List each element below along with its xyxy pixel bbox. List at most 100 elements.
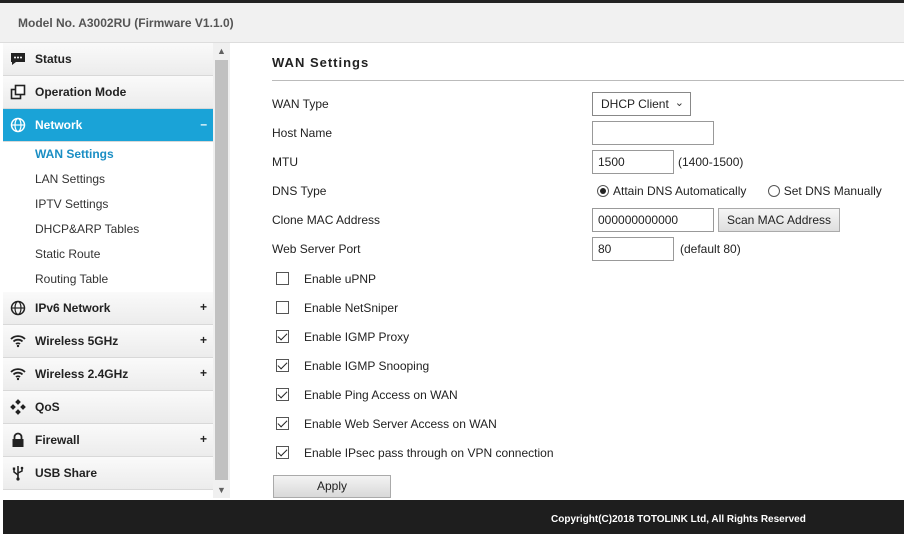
web-port-label: Web Server Port [272, 242, 361, 256]
upnp-row: Enable uPNP [276, 271, 776, 291]
nav-item-ipv6-network[interactable]: IPv6 Network + [3, 292, 213, 325]
model-label: Model No. A3002RU (Firmware V1.1.0) [18, 16, 234, 30]
ping-access-row: Enable Ping Access on WAN [276, 387, 776, 407]
lock-icon [9, 431, 27, 449]
sidebar: Status Operation Mode Network – WAN Sett… [3, 43, 213, 498]
upnp-label: Enable uPNP [304, 272, 377, 286]
expand-icon[interactable]: + [200, 432, 207, 446]
igmp-proxy-checkbox[interactable] [276, 330, 289, 343]
sub-item-static-route[interactable]: Static Route [3, 242, 213, 267]
host-name-input[interactable] [592, 121, 714, 145]
wan-type-select[interactable]: DHCP Client ⌄ [592, 92, 691, 116]
sub-item-routing-table[interactable]: Routing Table [3, 267, 213, 292]
nav-item-network[interactable]: Network – [3, 109, 213, 142]
clone-mac-label: Clone MAC Address [272, 213, 381, 227]
nav-item-label: Operation Mode [35, 85, 127, 99]
globe-icon [9, 299, 27, 317]
igmp-proxy-row: Enable IGMP Proxy [276, 329, 776, 349]
wan-type-row: WAN Type DHCP Client ⌄ [272, 92, 892, 116]
netsniper-label: Enable NetSniper [304, 301, 399, 315]
scrollbar-thumb[interactable] [215, 60, 228, 480]
ping-access-checkbox[interactable] [276, 388, 289, 401]
igmp-proxy-label: Enable IGMP Proxy [304, 330, 410, 344]
nav-item-wireless-24ghz[interactable]: Wireless 2.4GHz + [3, 358, 213, 391]
igmp-snooping-row: Enable IGMP Snooping [276, 358, 776, 378]
scroll-down-icon[interactable]: ▼ [213, 482, 230, 498]
wifi-icon [9, 365, 27, 383]
ping-access-label: Enable Ping Access on WAN [304, 388, 458, 402]
sub-item-dhcp-arp-tables[interactable]: DHCP&ARP Tables [3, 217, 213, 242]
nav-item-wireless-5ghz[interactable]: Wireless 5GHz + [3, 325, 213, 358]
ipsec-checkbox[interactable] [276, 446, 289, 459]
page-title: WAN Settings [272, 55, 370, 70]
igmp-snooping-label: Enable IGMP Snooping [304, 359, 430, 373]
expand-icon[interactable]: + [200, 366, 207, 380]
dns-auto-label: Attain DNS Automatically [613, 184, 747, 198]
web-port-row: Web Server Port 80 (default 80) [272, 237, 892, 261]
usb-icon [9, 464, 27, 482]
wan-type-value: DHCP Client [601, 97, 669, 111]
mtu-row: MTU 1500 (1400-1500) [272, 150, 892, 174]
clone-mac-row: Clone MAC Address 000000000000 Scan MAC A… [272, 208, 892, 232]
scroll-up-icon[interactable]: ▲ [213, 43, 230, 59]
copyright-text: Copyright(C)2018 TOTOLINK Ltd, All Right… [551, 514, 806, 525]
netsniper-checkbox[interactable] [276, 301, 289, 314]
netsniper-row: Enable NetSniper [276, 300, 776, 320]
windows-icon [9, 83, 27, 101]
dns-auto-radio[interactable] [597, 185, 609, 197]
footer: Copyright(C)2018 TOTOLINK Ltd, All Right… [3, 500, 904, 534]
web-access-checkbox[interactable] [276, 417, 289, 430]
web-access-row: Enable Web Server Access on WAN [276, 416, 776, 436]
igmp-snooping-checkbox[interactable] [276, 359, 289, 372]
dns-type-radio-group: Attain DNS Automatically Set DNS Manuall… [597, 184, 882, 198]
nav-item-label: Wireless 5GHz [35, 334, 119, 348]
sidebar-scrollbar[interactable]: ▲ ▼ [213, 43, 230, 498]
nav-item-label: IPv6 Network [35, 301, 111, 315]
dns-type-label: DNS Type [272, 184, 327, 198]
nav-item-label: Firewall [35, 433, 80, 447]
clone-mac-input[interactable]: 000000000000 [592, 208, 714, 232]
dns-manual-radio[interactable] [767, 185, 780, 197]
nav-item-firewall[interactable]: Firewall + [3, 424, 213, 457]
globe-icon [9, 116, 27, 134]
main-content: WAN Settings WAN Type DHCP Client ⌄ Host… [230, 43, 904, 498]
sub-item-iptv-settings[interactable]: IPTV Settings [3, 192, 213, 217]
wifi-icon [9, 332, 27, 350]
qos-icon [9, 398, 27, 416]
expand-icon[interactable]: + [200, 300, 207, 314]
ipsec-row: Enable IPsec pass through on VPN connect… [276, 445, 776, 465]
nav-item-label: Wireless 2.4GHz [35, 367, 129, 381]
nav-item-label: Network [35, 118, 83, 132]
upnp-checkbox[interactable] [276, 272, 289, 285]
wan-type-label: WAN Type [272, 97, 329, 111]
mtu-hint: (1400-1500) [678, 155, 744, 169]
mtu-input[interactable]: 1500 [592, 150, 674, 174]
expand-icon[interactable]: + [200, 333, 207, 347]
mtu-label: MTU [272, 155, 298, 169]
sub-item-lan-settings[interactable]: LAN Settings [3, 167, 213, 192]
web-port-input[interactable]: 80 [592, 237, 674, 261]
collapse-icon[interactable]: – [200, 117, 207, 131]
chat-icon [9, 50, 27, 68]
dns-manual-label: Set DNS Manually [783, 184, 882, 198]
dns-type-row: DNS Type Attain DNS Automatically Set DN… [272, 179, 892, 203]
title-divider [272, 80, 904, 81]
host-name-row: Host Name [272, 121, 892, 145]
scan-mac-button[interactable]: Scan MAC Address [718, 208, 841, 232]
host-name-label: Host Name [272, 126, 333, 140]
apply-button[interactable]: Apply [273, 475, 391, 498]
nav-item-label: USB Share [35, 466, 98, 480]
nav-item-label: Status [35, 52, 72, 66]
chevron-down-icon: ⌄ [674, 97, 684, 109]
header: Model No. A3002RU (Firmware V1.1.0) [0, 3, 904, 43]
sub-item-wan-settings[interactable]: WAN Settings [3, 142, 213, 167]
web-access-label: Enable Web Server Access on WAN [304, 417, 497, 431]
web-port-hint: (default 80) [680, 242, 741, 256]
nav-item-status[interactable]: Status [3, 43, 213, 76]
nav-item-qos[interactable]: QoS [3, 391, 213, 424]
nav-item-operation-mode[interactable]: Operation Mode [3, 76, 213, 109]
nav-item-label: QoS [35, 400, 60, 414]
ipsec-label: Enable IPsec pass through on VPN connect… [304, 446, 554, 460]
network-submenu: WAN Settings LAN Settings IPTV Settings … [3, 142, 213, 292]
nav-item-usb-share[interactable]: USB Share [3, 457, 213, 490]
